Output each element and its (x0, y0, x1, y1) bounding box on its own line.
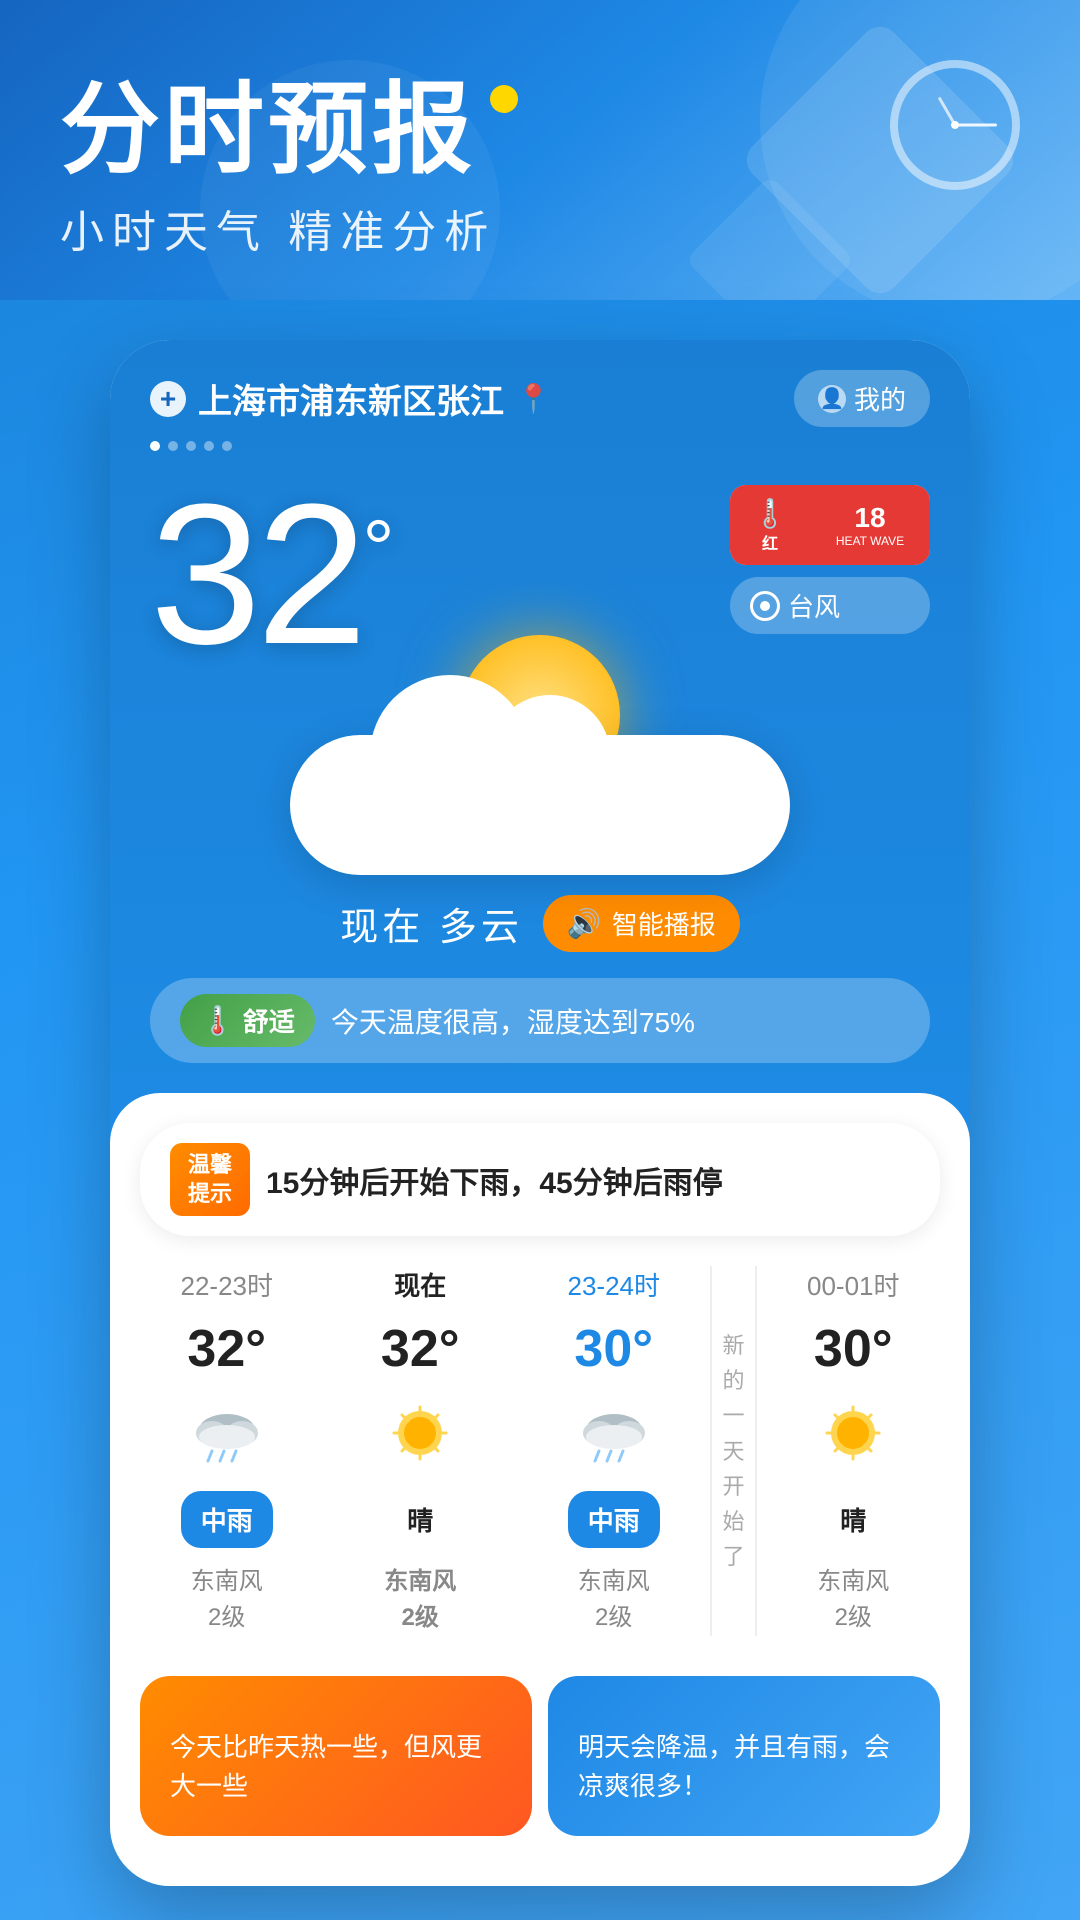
hour-icon-3 (574, 1395, 654, 1475)
page-title: 分时预报 (60, 80, 1020, 180)
heat-badge-red-label: 红 (762, 530, 778, 554)
banner-warm[interactable]: 今天比昨天热一些，但风更大一些 (140, 1676, 532, 1836)
speaker-icon: 🔊 (567, 907, 602, 940)
weather-illustration (110, 635, 970, 875)
comfort-bar: 🌡️ 舒适 今天温度很高，湿度达到75% (150, 978, 930, 1063)
location-pin-icon: 📍 (516, 382, 551, 415)
banner-cool-text: 明天会降温，并且有雨，会凉爽很多！ (578, 1728, 910, 1806)
my-label: 我的 (854, 380, 906, 417)
typhoon-icon (750, 591, 780, 621)
banner-cool[interactable]: 明天会降温，并且有雨，会凉爽很多！ (548, 1676, 940, 1836)
dot-4 (204, 441, 214, 451)
hour-icon-2 (380, 1395, 460, 1475)
clock-icon (890, 60, 1020, 190)
hour-label-3: 23-24时 (567, 1266, 660, 1303)
hour-icon-1 (187, 1395, 267, 1475)
new-day-divider: 新的一天开始了 (710, 1266, 756, 1636)
phone-topbar: + 上海市浦东新区张江 📍 👤 我的 (110, 340, 970, 437)
location-text: 上海市浦东新区张江 (198, 374, 504, 423)
heat-badge-number: 18 (854, 502, 885, 534)
hour-temp-2: 32° (381, 1319, 460, 1379)
weather-condition-3: 中雨 (568, 1491, 660, 1548)
hour-label-1: 22-23时 (180, 1266, 273, 1303)
alert-bar: 温馨 提示 15分钟后开始下雨，45分钟后雨停 (140, 1123, 940, 1236)
page-subtitle: 小时天气 精准分析 (60, 196, 1020, 260)
dot-1 (150, 441, 160, 451)
clock-minute-hand (955, 124, 997, 127)
my-button[interactable]: 👤 我的 (794, 370, 930, 427)
current-weather-label: 现在 多云 (340, 896, 523, 951)
comfort-label: 舒适 (243, 1002, 295, 1039)
title-dot (490, 85, 518, 113)
user-icon: 👤 (818, 385, 846, 413)
comfort-badge: 🌡️ 舒适 (180, 994, 315, 1047)
hour-temp-5: 30° (814, 1319, 893, 1379)
alert-badge-line1: 温馨 (182, 1151, 238, 1180)
wind-info-1: 东南风2级 (191, 1564, 263, 1636)
broadcast-button[interactable]: 🔊 智能播报 (543, 895, 740, 952)
phone-wrapper: + 上海市浦东新区张江 📍 👤 我的 32° (0, 300, 1080, 1886)
cloud-icon (290, 735, 790, 875)
hour-temp-1: 32° (187, 1319, 266, 1379)
bottom-banners: 今天比昨天热一些，但风更大一些 明天会降温，并且有雨，会凉爽很多！ (110, 1656, 970, 1856)
wind-info-2: 东南风2级 (384, 1564, 456, 1636)
hour-label-2: 现在 (394, 1266, 446, 1303)
weather-condition-2: 晴 (387, 1491, 453, 1548)
hour-temp-3: 30° (574, 1319, 653, 1379)
house-thermometer-icon: 🌡️ (753, 497, 788, 530)
banner-warm-text: 今天比昨天热一些，但风更大一些 (170, 1728, 502, 1806)
hour-col-1: 22-23时 32° (130, 1266, 323, 1636)
clock-face (898, 68, 1012, 182)
weather-condition-5: 晴 (820, 1491, 886, 1548)
hour-icon-5 (813, 1395, 893, 1475)
dot-5 (222, 441, 232, 451)
location-area: + 上海市浦东新区张江 📍 (150, 374, 551, 423)
typhoon-label: 台风 (788, 587, 840, 624)
temp-unit: ° (362, 503, 389, 592)
wind-info-5: 东南风2级 (817, 1564, 889, 1636)
alert-badge-line2: 提示 (182, 1180, 238, 1209)
phone-mockup: + 上海市浦东新区张江 📍 👤 我的 32° (110, 340, 970, 1886)
weather-condition-1: 中雨 (181, 1491, 273, 1548)
typhoon-badge[interactable]: 台风 (730, 577, 930, 634)
hour-col-3: 23-24时 30° (517, 1266, 711, 1636)
weather-badges: 🌡️ 红 18 HEAT WAVE 台风 (730, 475, 930, 634)
add-location-icon[interactable]: + (150, 381, 186, 417)
current-weather-row: 现在 多云 🔊 智能播报 (110, 875, 970, 962)
wind-info-3: 东南风2级 (578, 1564, 650, 1636)
heat-badge-right: 18 HEAT WAVE (810, 485, 930, 565)
dot-2 (168, 441, 178, 451)
heat-badge-label: HEAT WAVE (836, 534, 904, 548)
hour-col-2: 现在 32° (323, 1266, 517, 1636)
heat-badge-left: 🌡️ 红 (730, 485, 810, 565)
alert-text: 15分钟后开始下雨，45分钟后雨停 (266, 1158, 910, 1202)
hour-label-5: 00-01时 (807, 1266, 900, 1303)
comfort-text: 今天温度很高，湿度达到75% (331, 1001, 900, 1041)
hourly-forecast-grid: 22-23时 32° (110, 1236, 970, 1656)
broadcast-label: 智能播报 (612, 905, 716, 942)
hour-col-5: 00-01时 30° (757, 1266, 951, 1636)
heat-wave-badge[interactable]: 🌡️ 红 18 HEAT WAVE (730, 485, 930, 565)
phone-inner: + 上海市浦东新区张江 📍 👤 我的 32° (110, 340, 970, 1886)
thermometer-icon: 🌡️ (200, 1004, 235, 1037)
clock-center-dot (951, 121, 959, 129)
header-section: 分时预报 小时天气 精准分析 (0, 0, 1080, 300)
cloud-shape (290, 735, 790, 875)
page-dots (110, 437, 970, 455)
bottom-card: 温馨 提示 15分钟后开始下雨，45分钟后雨停 22-23时 32° (110, 1093, 970, 1886)
alert-badge: 温馨 提示 (170, 1143, 250, 1216)
new-day-text: 新的一天开始了 (722, 1328, 744, 1574)
dot-3 (186, 441, 196, 451)
